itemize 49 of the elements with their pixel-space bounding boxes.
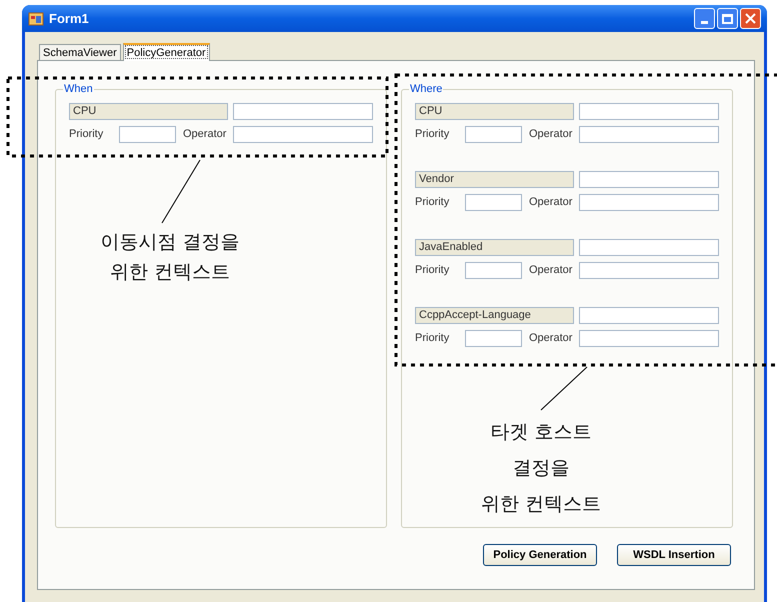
priority-label: Priority	[415, 194, 450, 210]
value-field[interactable]	[579, 306, 719, 324]
leader-line	[540, 366, 588, 410]
property-name-field[interactable]: CcppAccept-Language	[415, 306, 574, 324]
operator-label: Operator	[528, 262, 574, 278]
minimize-button[interactable]	[694, 8, 715, 29]
window-title: Form1	[49, 10, 89, 28]
action-button[interactable]: WSDL Insertion	[617, 544, 731, 566]
priority-field[interactable]	[465, 194, 522, 210]
close-icon	[745, 13, 756, 24]
property-name-field[interactable]: CPU	[69, 102, 228, 120]
annotation-text: 타겟 호스트	[490, 420, 592, 444]
priority-field[interactable]	[465, 126, 522, 142]
close-button[interactable]	[740, 8, 761, 29]
priority-label: Priority	[69, 126, 104, 142]
priority-label: Priority	[415, 126, 450, 142]
annotation-text: 이동시점 결정을	[100, 230, 240, 254]
priority-label: Priority	[415, 262, 450, 278]
operator-field[interactable]	[579, 126, 719, 142]
annotation-text: 위한 컨텍스트	[480, 492, 602, 516]
action-button[interactable]: Policy Generation	[483, 544, 597, 566]
annotation-text: 결정을	[512, 456, 570, 480]
tab[interactable]: PolicyGenerator	[122, 43, 210, 61]
group-title: Where	[409, 82, 444, 97]
operator-field[interactable]	[579, 330, 719, 346]
maximize-button[interactable]	[717, 8, 738, 29]
property-name-field[interactable]: JavaEnabled	[415, 238, 574, 256]
property-name-field[interactable]: Vendor	[415, 170, 574, 188]
operator-field[interactable]	[233, 126, 373, 142]
leader-line	[162, 160, 200, 224]
annotation-text: 위한 컨텍스트	[110, 260, 230, 284]
operator-label: Operator	[528, 330, 574, 346]
operator-field[interactable]	[579, 262, 719, 278]
priority-label: Priority	[415, 330, 450, 346]
operator-label: Operator	[528, 194, 574, 210]
value-field[interactable]	[579, 170, 719, 188]
operator-label: Operator	[182, 126, 228, 142]
operator-field[interactable]	[579, 194, 719, 210]
value-field[interactable]	[233, 102, 373, 120]
group-title: When	[63, 82, 94, 97]
form-icon	[28, 10, 44, 26]
value-field[interactable]	[579, 102, 719, 120]
priority-field[interactable]	[119, 126, 176, 142]
operator-label: Operator	[528, 126, 574, 142]
property-name-field[interactable]: CPU	[415, 102, 574, 120]
tab[interactable]: SchemaViewer	[39, 44, 121, 60]
priority-field[interactable]	[465, 262, 522, 278]
priority-field[interactable]	[465, 330, 522, 346]
value-field[interactable]	[579, 238, 719, 256]
